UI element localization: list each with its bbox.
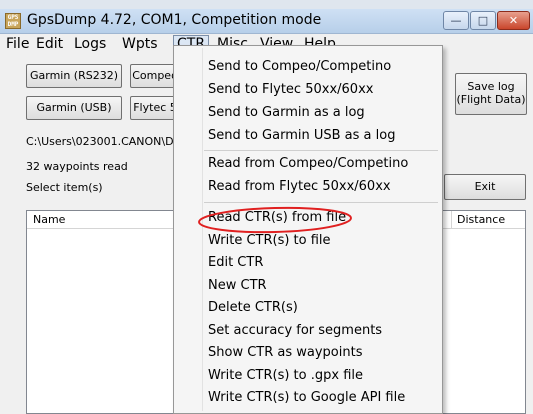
menu-item-write-ctr-google-api[interactable]: Write CTR(s) to Google API file <box>208 390 405 405</box>
exit-button[interactable]: Exit <box>444 174 526 200</box>
maximize-button[interactable]: □ <box>470 11 496 30</box>
gpsdump-app-icon: GPS DMP <box>5 13 21 29</box>
file-path-label: C:\Users\023001.CANON\De <box>26 135 181 148</box>
column-header-distance[interactable]: Distance <box>457 213 505 226</box>
menu-item-set-accuracy[interactable]: Set accuracy for segments <box>208 323 382 338</box>
menu-item-send-compeo[interactable]: Send to Compeo/Competino <box>208 59 391 74</box>
menu-item-send-garmin-log[interactable]: Send to Garmin as a log <box>208 105 365 120</box>
select-items-label: Select item(s) <box>26 181 103 194</box>
garmin-usb-button[interactable]: Garmin (USB) <box>26 96 122 120</box>
menu-item-write-ctr-to-file[interactable]: Write CTR(s) to file <box>208 233 331 248</box>
waypoints-count-label: 32 waypoints read <box>26 160 128 173</box>
title-bar[interactable]: GPS DMP GpsDump 4.72, COM1, Competition m… <box>0 9 533 34</box>
menu-item-read-compeo[interactable]: Read from Compeo/Competino <box>208 156 408 171</box>
menu-item-send-flytec[interactable]: Send to Flytec 50xx/60xx <box>208 82 373 97</box>
garmin-rs232-button[interactable]: Garmin (RS232) <box>26 64 122 88</box>
ctr-dropdown-menu: Send to Compeo/Competino Send to Flytec … <box>173 45 443 414</box>
menu-item-read-ctr-from-file[interactable]: Read CTR(s) from file <box>208 210 346 225</box>
save-log-sublabel: (Flight Data) <box>456 93 526 106</box>
menu-item-delete-ctr[interactable]: Delete CTR(s) <box>208 300 298 315</box>
menu-item-write-ctr-gpx[interactable]: Write CTR(s) to .gpx file <box>208 368 363 383</box>
menu-logs[interactable]: Logs <box>74 35 106 53</box>
menu-item-send-garmin-usb-log[interactable]: Send to Garmin USB as a log <box>208 128 395 143</box>
minimize-button[interactable]: — <box>443 11 469 30</box>
save-log-label: Save log <box>467 80 515 93</box>
save-log-button[interactable]: Save log (Flight Data) <box>455 73 527 115</box>
menu-item-new-ctr[interactable]: New CTR <box>208 278 267 293</box>
window-title: GpsDump 4.72, COM1, Competition mode <box>27 12 322 28</box>
column-divider[interactable] <box>451 211 452 228</box>
close-button[interactable]: ✕ <box>497 11 530 30</box>
menu-gutter <box>202 48 203 411</box>
menu-edit[interactable]: Edit <box>36 35 63 53</box>
menu-file[interactable]: File <box>6 35 29 53</box>
menu-wpts[interactable]: Wpts <box>122 35 158 53</box>
background-window-strip <box>0 0 533 9</box>
menu-separator <box>204 202 438 203</box>
menu-item-edit-ctr[interactable]: Edit CTR <box>208 255 263 270</box>
menu-item-read-flytec[interactable]: Read from Flytec 50xx/60xx <box>208 179 391 194</box>
menu-separator <box>204 150 438 151</box>
menu-item-show-ctr-waypoints[interactable]: Show CTR as waypoints <box>208 345 362 360</box>
column-header-name[interactable]: Name <box>33 213 65 226</box>
